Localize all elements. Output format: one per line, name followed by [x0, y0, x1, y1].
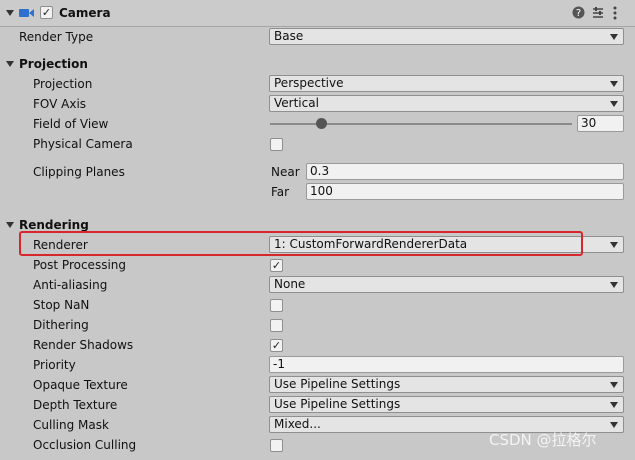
clipping-near-input[interactable]: 0.3: [306, 163, 624, 180]
svg-text:?: ?: [576, 8, 581, 19]
depth-texture-dropdown[interactable]: Use Pipeline Settings: [269, 396, 624, 413]
render-type-dropdown[interactable]: Base: [269, 28, 624, 45]
post-processing-checkbox[interactable]: ✓: [270, 259, 283, 272]
watermark: CSDN @拉格尔: [489, 431, 597, 449]
presets-icon[interactable]: [591, 6, 604, 19]
occlusion-culling-label: Occlusion Culling: [33, 438, 137, 452]
render-type-label: Render Type: [19, 30, 94, 44]
fov-axis-dropdown[interactable]: Vertical: [269, 95, 624, 112]
anti-aliasing-dropdown[interactable]: None: [269, 276, 624, 293]
clipping-near-label: Near: [271, 165, 300, 179]
anti-aliasing-label: Anti-aliasing: [33, 278, 108, 292]
component-title: Camera: [59, 6, 111, 20]
culling-mask-label: Culling Mask: [33, 418, 109, 432]
projection-label: Projection: [33, 77, 93, 91]
render-type-value: Base: [274, 29, 304, 43]
opaque-texture-value: Use Pipeline Settings: [274, 377, 401, 391]
camera-icon: [19, 9, 34, 17]
post-processing-label: Post Processing: [33, 258, 126, 272]
dithering-checkbox[interactable]: [270, 319, 283, 332]
component-enabled-checkbox[interactable]: ✓: [40, 6, 53, 19]
fov-axis-label: FOV Axis: [33, 97, 87, 111]
chevron-down-icon: [610, 282, 618, 288]
render-shadows-label: Render Shadows: [33, 338, 134, 352]
stop-nan-checkbox[interactable]: [270, 299, 283, 312]
opaque-texture-dropdown[interactable]: Use Pipeline Settings: [269, 376, 624, 393]
fov-axis-value: Vertical: [274, 96, 319, 110]
clipping-far-input[interactable]: 100: [306, 183, 624, 200]
anti-aliasing-value: None: [274, 277, 306, 291]
help-icon[interactable]: ?: [572, 6, 585, 19]
depth-texture-value: Use Pipeline Settings: [274, 397, 401, 411]
dithering-label: Dithering: [33, 318, 89, 332]
projection-foldout-icon[interactable]: [6, 61, 14, 67]
priority-label: Priority: [33, 358, 76, 372]
renderer-highlight-box: [19, 231, 583, 256]
foldout-arrow-icon[interactable]: [6, 10, 14, 16]
occlusion-culling-checkbox[interactable]: [270, 439, 283, 452]
clipping-far-label: Far: [271, 185, 290, 199]
render-shadows-checkbox[interactable]: ✓: [270, 339, 283, 352]
projection-dropdown[interactable]: Perspective: [269, 75, 624, 92]
kebab-menu-icon[interactable]: [612, 6, 618, 20]
culling-mask-value: Mixed...: [274, 417, 321, 431]
chevron-down-icon: [610, 402, 618, 408]
physical-camera-label: Physical Camera: [33, 137, 133, 151]
chevron-down-icon: [610, 81, 618, 87]
physical-camera-checkbox[interactable]: [270, 138, 283, 151]
chevron-down-icon: [610, 34, 618, 40]
field-of-view-input[interactable]: 30: [577, 115, 624, 132]
field-of-view-slider-thumb[interactable]: [316, 118, 328, 129]
rendering-section-title[interactable]: Rendering: [19, 218, 89, 232]
projection-value: Perspective: [274, 76, 344, 90]
chevron-down-icon: [610, 242, 618, 248]
clipping-planes-label: Clipping Planes: [33, 165, 125, 179]
projection-section-title[interactable]: Projection: [19, 57, 88, 71]
chevron-down-icon: [610, 422, 618, 428]
priority-input[interactable]: -1: [269, 356, 624, 373]
chevron-down-icon: [610, 101, 618, 107]
opaque-texture-label: Opaque Texture: [33, 378, 128, 392]
stop-nan-label: Stop NaN: [33, 298, 90, 312]
chevron-down-icon: [610, 382, 618, 388]
field-of-view-slider-track[interactable]: [270, 123, 572, 125]
depth-texture-label: Depth Texture: [33, 398, 118, 412]
field-of-view-label: Field of View: [33, 117, 109, 131]
rendering-foldout-icon[interactable]: [6, 222, 14, 228]
